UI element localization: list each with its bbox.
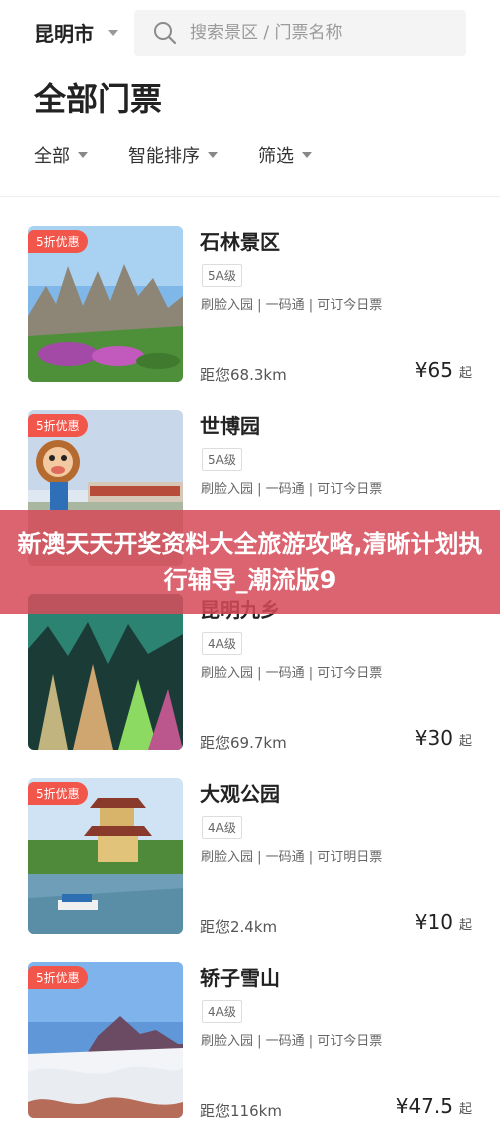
discount-badge: 5折优惠 <box>28 966 88 989</box>
price-suffix: 起 <box>458 918 472 933</box>
level-tag: 4A级 <box>202 1000 242 1023</box>
price-value: ¥65 <box>414 358 453 382</box>
scenic-name: 大观公园 <box>200 782 280 806</box>
level-tag: 4A级 <box>202 816 242 839</box>
overlay-banner: 新澳天天开奖资料大全旅游攻略,清晰计划执行辅导_潮流版9 <box>0 510 500 614</box>
search-bar[interactable] <box>134 10 466 56</box>
feature-text: 刷脸入园 | 一码通 | 可订今日票 <box>201 1034 383 1049</box>
page-title: 全部门票 <box>34 80 163 118</box>
divider <box>0 196 500 197</box>
discount-badge: 5折优惠 <box>28 230 88 253</box>
price: ¥47.5 起 <box>396 1094 472 1118</box>
search-icon <box>154 22 177 45</box>
feature-text: 刷脸入园 | 一码通 | 可订今日票 <box>201 666 383 681</box>
price-value: ¥30 <box>414 726 453 750</box>
cave-image <box>28 594 183 750</box>
chevron-down-icon <box>302 152 312 158</box>
price-value: ¥10 <box>414 910 453 934</box>
list-item[interactable]: 5折优惠 石林景区 5A级 刷脸入园 | 一码通 | 可订今日票 距您68.3k… <box>28 226 478 384</box>
price-suffix: 起 <box>458 366 472 381</box>
distance-text: 距您116km <box>200 1102 282 1120</box>
discount-badge: 5折优惠 <box>28 414 88 437</box>
filter-sort[interactable]: 智能排序 <box>128 142 218 168</box>
top-bar: 昆明市 <box>0 0 500 64</box>
price: ¥10 起 <box>415 910 472 934</box>
feature-text: 刷脸入园 | 一码通 | 可订今日票 <box>201 482 383 497</box>
scenic-name: 轿子雪山 <box>200 966 280 990</box>
price: ¥30 起 <box>415 726 472 750</box>
scenic-thumbnail <box>28 594 183 750</box>
chevron-down-icon <box>208 152 218 158</box>
list-item[interactable]: 昆明九乡 4A级 刷脸入园 | 一码通 | 可订今日票 距您69.7km ¥30… <box>28 594 478 752</box>
feature-text: 刷脸入园 | 一码通 | 可订明日票 <box>201 850 383 865</box>
filter-screen-label: 筛选 <box>258 146 294 167</box>
city-selector[interactable]: 昆明市 <box>34 18 118 47</box>
search-input[interactable] <box>188 22 452 44</box>
distance-text: 距您69.7km <box>200 734 287 752</box>
discount-badge: 5折优惠 <box>28 782 88 805</box>
price-suffix: 起 <box>458 1102 472 1117</box>
overlay-banner-text: 新澳天天开奖资料大全旅游攻略,清晰计划执行辅导_潮流版9 <box>17 530 483 594</box>
filter-bar: 全部 智能排序 筛选 <box>34 142 312 168</box>
level-tag: 5A级 <box>202 264 242 287</box>
level-tag: 5A级 <box>202 448 242 471</box>
filter-screen[interactable]: 筛选 <box>258 142 312 168</box>
filter-all[interactable]: 全部 <box>34 142 88 168</box>
price: ¥65 起 <box>415 358 472 382</box>
list-item[interactable]: 5折优惠 轿子雪山 4A级 刷脸入园 | 一码通 | 可订今日票 距您116km… <box>28 962 478 1120</box>
filter-sort-label: 智能排序 <box>128 146 200 167</box>
filter-all-label: 全部 <box>34 146 70 167</box>
level-tag: 4A级 <box>202 632 242 655</box>
list-item[interactable]: 5折优惠 大观公园 4A级 刷脸入园 | 一码通 | 可订明日票 距您2.4km… <box>28 778 478 936</box>
price-suffix: 起 <box>458 734 472 749</box>
scenic-name: 世博园 <box>200 414 260 438</box>
distance-text: 距您68.3km <box>200 366 287 384</box>
feature-text: 刷脸入园 | 一码通 | 可订今日票 <box>201 298 383 313</box>
city-label: 昆明市 <box>34 22 94 46</box>
distance-text: 距您2.4km <box>200 918 278 936</box>
price-value: ¥47.5 <box>395 1094 453 1118</box>
scenic-name: 石林景区 <box>200 230 280 254</box>
chevron-down-icon <box>78 152 88 158</box>
chevron-down-icon <box>108 29 118 36</box>
